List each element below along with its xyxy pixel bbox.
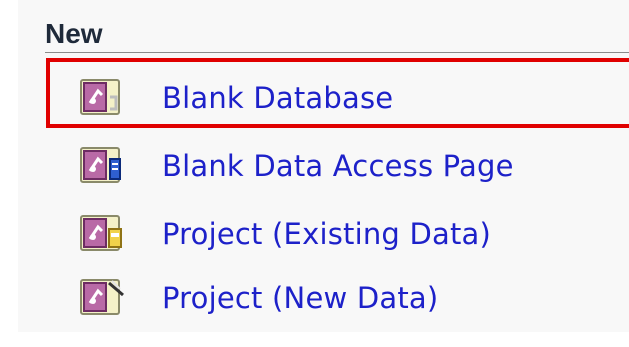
new-project-existing-data-link[interactable]: Project (Existing Data): [80, 206, 620, 262]
project-new-data-icon: [80, 279, 124, 315]
project-existing-data-label: Project (Existing Data): [162, 217, 491, 251]
project-existing-data-icon: [80, 215, 122, 251]
task-pane: New Blank Database Blank Data Access Pag…: [0, 0, 629, 347]
new-blank-data-access-page-link[interactable]: Blank Data Access Page: [80, 138, 620, 194]
blank-database-label: Blank Database: [162, 81, 394, 115]
new-project-new-data-link[interactable]: Project (New Data): [80, 270, 620, 326]
blank-data-access-page-label: Blank Data Access Page: [162, 149, 514, 183]
new-blank-database-link[interactable]: Blank Database: [80, 70, 620, 126]
project-new-data-label: Project (New Data): [162, 281, 439, 315]
access-database-icon: [80, 79, 120, 115]
section-divider: [45, 52, 629, 53]
data-access-page-icon: [80, 147, 121, 183]
section-title-new: New: [45, 18, 103, 49]
